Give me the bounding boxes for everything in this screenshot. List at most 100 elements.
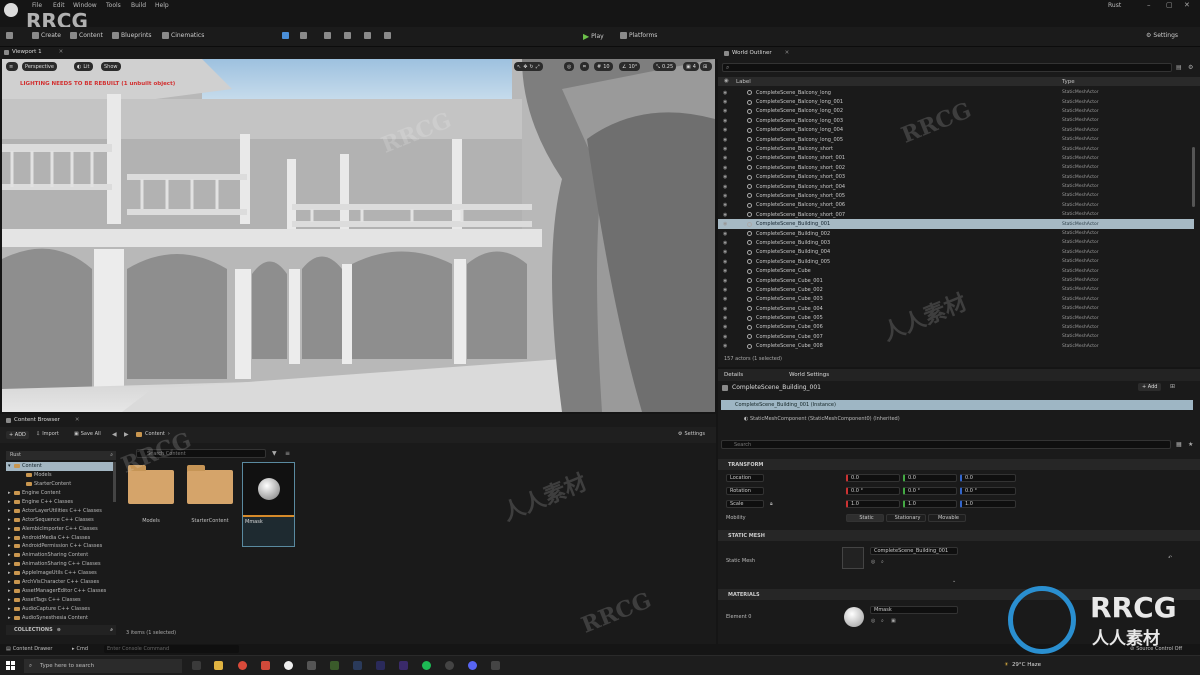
folder-tree-item[interactable]: ▸ AlembicImporter C++ Classes <box>6 524 116 533</box>
visibility-toggle-icon[interactable]: ◉ <box>723 174 727 180</box>
show-button[interactable]: Show <box>101 62 121 71</box>
mobility-stationary[interactable]: Stationary <box>886 514 926 522</box>
view-mode-button[interactable]: ◐ Lit <box>74 62 93 71</box>
section-transform[interactable]: TRANSFORM <box>718 459 1200 470</box>
outliner-row[interactable]: ◉ CompleteScene_Balcony_short StaticMeshAc… <box>718 144 1194 153</box>
add-component-button[interactable]: + Add <box>1138 383 1162 391</box>
outliner-row[interactable]: ◉ CompleteScene_Balcony_short_007 StaticMe… <box>718 210 1194 219</box>
outliner-scrollbar[interactable] <box>1192 147 1195 207</box>
tab-viewport[interactable]: Viewport 1 ✕ <box>4 49 63 55</box>
close-icon[interactable]: ✕ <box>1184 1 1190 9</box>
menu-tools[interactable]: Tools <box>106 2 121 9</box>
scale-x[interactable]: 1.0 <box>846 500 900 508</box>
visibility-toggle-icon[interactable]: ◉ <box>723 249 727 255</box>
outliner-row[interactable]: ◉ CompleteScene_Cube_006 StaticMeshActor <box>718 323 1194 332</box>
expand-arrow-icon[interactable]: ▸ <box>8 606 12 612</box>
rotate-tool-button[interactable] <box>324 32 331 39</box>
discord-icon[interactable] <box>468 661 477 670</box>
clock-app-icon[interactable] <box>445 661 454 670</box>
outliner-row[interactable]: ◉ CompleteScene_Balcony_short_006 StaticMe… <box>718 201 1194 210</box>
tree-search-icon[interactable]: ⌕ <box>110 451 113 460</box>
camera-speed-button[interactable]: ▣ 4 <box>683 62 699 71</box>
visibility-toggle-icon[interactable]: ◉ <box>723 137 727 143</box>
app-tools-icon[interactable] <box>307 661 316 670</box>
outliner-row[interactable]: ◉ CompleteScene_Balcony_short_003 StaticMe… <box>718 173 1194 182</box>
folder-tree-item[interactable]: ▸ AssetManagerEditor C++ Classes <box>6 586 116 595</box>
expand-arrow-icon[interactable]: ▸ <box>8 543 12 549</box>
expand-arrow-icon[interactable]: ▸ <box>8 508 12 514</box>
angle-snap-button[interactable]: ∠ 10° <box>619 62 641 71</box>
move-tool-button[interactable] <box>300 32 307 39</box>
folder-models-icon[interactable] <box>128 465 174 504</box>
visibility-toggle-icon[interactable]: ◉ <box>723 334 727 340</box>
visibility-toggle-icon[interactable]: ◉ <box>723 184 727 190</box>
content-settings-button[interactable]: ⚙ Settings <box>678 431 705 437</box>
forward-icon[interactable]: ▶ <box>124 431 129 438</box>
expand-arrow-icon[interactable]: ▾ <box>8 463 12 469</box>
folder-tree-item[interactable]: Models <box>6 471 116 480</box>
material-find-icon[interactable]: ⌕ <box>881 618 884 624</box>
expand-arrow-icon[interactable]: ▸ <box>8 579 12 585</box>
visibility-toggle-icon[interactable]: ◉ <box>723 268 727 274</box>
visibility-toggle-icon[interactable]: ◉ <box>723 212 727 218</box>
outliner-row[interactable]: ◉ CompleteScene_Building_005 StaticMeshAct… <box>718 257 1194 266</box>
outliner-row[interactable]: ◉ CompleteScene_Cube_007 StaticMeshActor <box>718 332 1194 341</box>
lock-icon[interactable]: 🔒︎ <box>770 501 773 507</box>
rotation-y[interactable]: 0.0 ° <box>903 487 957 495</box>
material-picker[interactable]: Mmask <box>870 606 958 614</box>
maximize-icon[interactable]: ▢ <box>1166 1 1173 9</box>
visibility-toggle-icon[interactable]: ◉ <box>723 99 727 105</box>
unreal-engine-icon[interactable] <box>284 661 293 670</box>
details-search-input[interactable]: Search <box>721 440 1171 449</box>
expand-arrow-icon[interactable]: ▸ <box>8 535 12 541</box>
outliner-row[interactable]: ◉ CompleteScene_Building_002 StaticMeshAct… <box>718 229 1194 238</box>
folder-tree-item[interactable]: ▸ AudioCapture C++ Classes <box>6 604 116 613</box>
indesign-icon[interactable] <box>376 661 385 670</box>
tree-header[interactable]: Rust ⌕ <box>6 451 116 460</box>
visibility-toggle-icon[interactable]: ◉ <box>723 108 727 114</box>
ps-icon[interactable] <box>353 661 362 670</box>
mobility-movable[interactable]: Movable <box>928 514 966 522</box>
outliner-row[interactable]: ◉ CompleteScene_Balcony_short_004 StaticMe… <box>718 182 1194 191</box>
folder-tree-item[interactable]: ▸ ArchVisCharacter C++ Classes <box>6 578 116 587</box>
visibility-toggle-icon[interactable]: ◉ <box>723 315 727 321</box>
visibility-toggle-icon[interactable]: ◉ <box>723 324 727 330</box>
outliner-row[interactable]: ◉ CompleteScene_Balcony_short_002 StaticMe… <box>718 163 1194 172</box>
add-button[interactable]: + ADD <box>6 431 29 439</box>
outliner-row[interactable]: ◉ CompleteScene_Balcony_long_002 StaticMes… <box>718 107 1194 116</box>
menu-edit[interactable]: Edit <box>53 2 65 9</box>
location-dropdown[interactable]: Location <box>726 474 764 482</box>
filter-content-icon[interactable]: ▼ <box>272 450 277 457</box>
mobility-static[interactable]: Static <box>846 514 884 522</box>
filter-list-icon[interactable]: ≡ <box>285 450 290 457</box>
expand-arrow-icon[interactable]: ▸ <box>8 526 12 532</box>
outliner-row[interactable]: ◉ CompleteScene_Balcony_short_005 StaticMe… <box>718 191 1194 200</box>
expand-arrow-icon[interactable]: ▸ <box>8 615 12 620</box>
location-x[interactable]: 0.0 <box>846 474 900 482</box>
scale-tool-button[interactable] <box>344 32 351 39</box>
save-all-button[interactable]: ▣ Save All <box>74 431 101 437</box>
visibility-toggle-icon[interactable]: ◉ <box>723 146 727 152</box>
tab-world-outliner[interactable]: World Outliner ✕ <box>718 47 1200 59</box>
grid-view-icon[interactable]: ▦ <box>1176 441 1182 448</box>
visibility-toggle-icon[interactable]: ◉ <box>723 221 727 227</box>
outliner-row[interactable]: ◉ CompleteScene_Building_004 StaticMeshAct… <box>718 248 1194 257</box>
visibility-toggle-icon[interactable]: ◉ <box>723 287 727 293</box>
folder-tree-item[interactable]: ▸ Engine C++ Classes <box>6 498 116 507</box>
outliner-row[interactable]: ◉ CompleteScene_Building_003 StaticMeshAct… <box>718 238 1194 247</box>
expand-arrow-icon[interactable]: ▸ <box>8 499 12 505</box>
visibility-icon[interactable]: ◉ <box>724 78 729 84</box>
folder-tree-item[interactable]: ▸ ActorLayerUtilities C++ Classes <box>6 506 116 515</box>
folder-tree-item[interactable]: ▸ AppleImageUtils C++ Classes <box>6 569 116 578</box>
folder-tree-item[interactable]: ▾ Content <box>6 462 116 471</box>
tab-content-browser[interactable]: Content Browser ✕ <box>0 414 716 426</box>
visibility-toggle-icon[interactable]: ◉ <box>723 155 727 161</box>
instance-row[interactable]: CompleteScene_Building_001 (Instance) <box>721 400 1193 410</box>
reset-icon[interactable]: ↶ <box>1168 555 1172 561</box>
scale-y[interactable]: 1.0 <box>903 500 957 508</box>
favorite-icon[interactable]: ★ <box>1188 441 1193 448</box>
cmd-button[interactable]: ▸ Cmd <box>72 646 88 652</box>
visibility-toggle-icon[interactable]: ◉ <box>723 343 727 349</box>
tab-world-settings[interactable]: World Settings <box>789 372 829 378</box>
outliner-row[interactable]: ◉ CompleteScene_Balcony_long_005 StaticMes… <box>718 135 1194 144</box>
